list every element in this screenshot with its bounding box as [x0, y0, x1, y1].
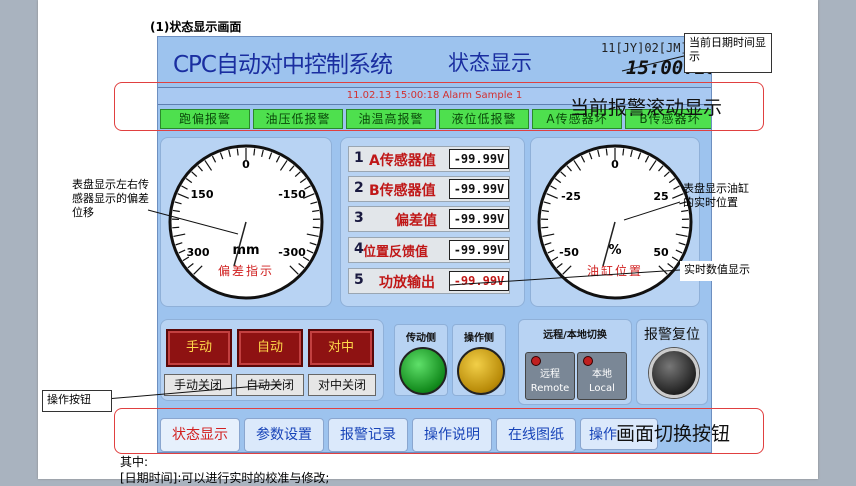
- left-gauge-callout: 表盘显示左右传感器显示的偏差位移: [72, 178, 150, 220]
- realtime-values-callout: 实时数值显示: [680, 261, 772, 281]
- right-gauge-callout: 表盘显示油缸的实时位置: [683, 182, 757, 210]
- doc-footer-line1: 其中:: [120, 453, 148, 470]
- operation-buttons-callout: 操作按钮: [42, 390, 112, 412]
- alarm-scroll-note: 当前报警滚动显示: [570, 93, 722, 120]
- screen-switch-note: 画面切换按钮: [616, 419, 730, 446]
- datetime-callout: 当前日期时间显示: [684, 33, 772, 73]
- doc-footer-line2: [日期时间]:可以进行实时的校准与修改;: [120, 469, 329, 486]
